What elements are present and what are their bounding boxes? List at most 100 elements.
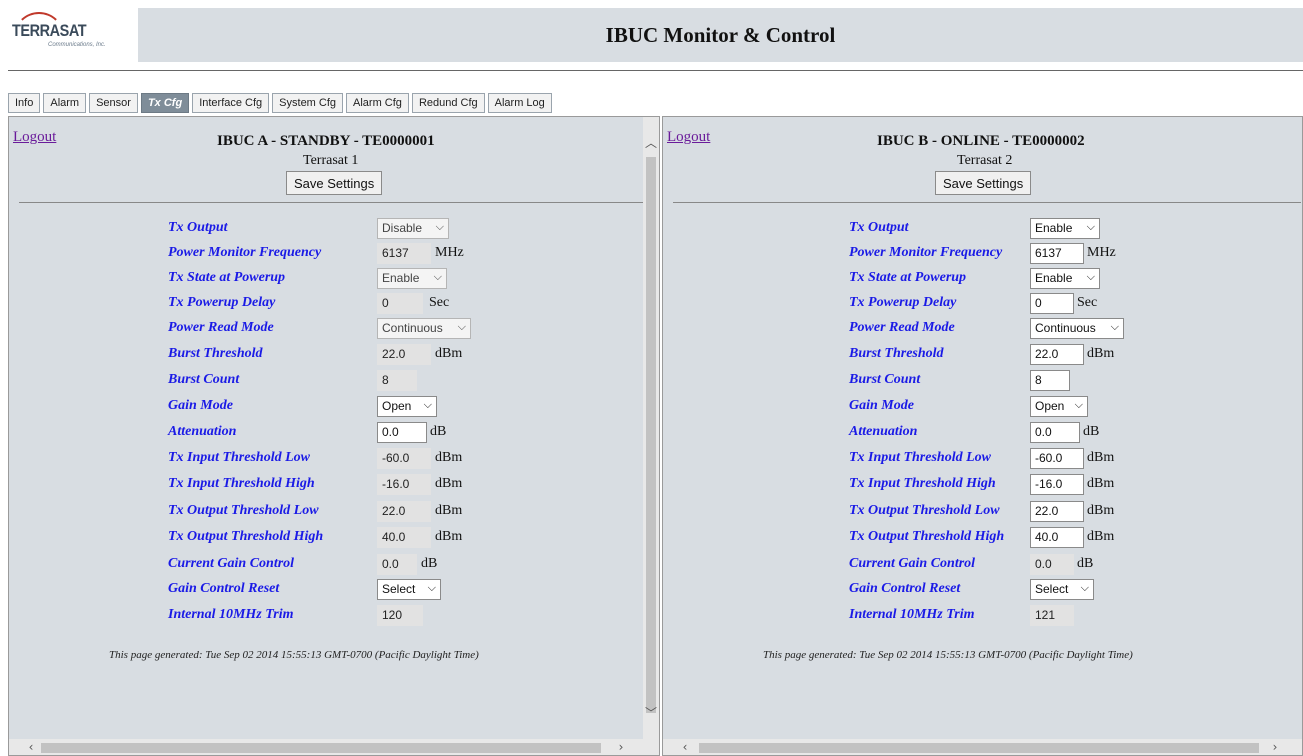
scroll-right-icon[interactable]: ›: [1267, 739, 1283, 755]
save-settings-button[interactable]: Save Settings: [935, 171, 1032, 195]
tab-system-cfg[interactable]: System Cfg: [272, 93, 344, 113]
tab-alarm-cfg[interactable]: Alarm Cfg: [346, 93, 409, 113]
attenuation-input[interactable]: 0.0: [1030, 422, 1080, 443]
logo-subtext: Communications, Inc.: [48, 42, 106, 48]
chevron-down-icon: ⌵: [1080, 581, 1089, 594]
unit-dbm: dBm: [435, 503, 463, 518]
unit-name: Terrasat 1: [303, 153, 359, 168]
panel-ibuc-a: Logout IBUC A - STANDBY - TE0000001 Terr…: [8, 116, 660, 756]
logout-link[interactable]: Logout: [667, 129, 710, 146]
unit-dbm: dBm: [1087, 450, 1115, 465]
scroll-right-icon[interactable]: ›: [613, 739, 629, 755]
row-power-read-mode: Power Read Mode Continuous ⌵: [9, 318, 639, 340]
power-read-mode-select[interactable]: Continuous ⌵: [1030, 318, 1124, 339]
save-settings-button[interactable]: Save Settings: [286, 171, 383, 195]
divider: [19, 202, 643, 203]
row-power-monitor-frequency: Power Monitor Frequency 6137 MHz: [663, 243, 1293, 265]
chevron-down-icon: ⌵: [423, 398, 432, 411]
vertical-scrollbar[interactable]: ︿ ﹀: [643, 117, 659, 741]
burst-count-input[interactable]: 8: [1030, 370, 1070, 391]
scroll-up-icon[interactable]: ︿: [643, 135, 659, 151]
row-burst-threshold: Burst Threshold 22.0 dBm: [663, 344, 1293, 366]
row-tx-input-threshold-low: Tx Input Threshold Low -60.0 dBm: [663, 448, 1293, 470]
divider: [673, 202, 1301, 203]
row-tx-powerup-delay: Tx Powerup Delay 0 Sec: [663, 293, 1293, 315]
unit-dbm: dBm: [1087, 503, 1115, 518]
unit-title: IBUC B - ONLINE - TE0000002: [877, 133, 1085, 149]
row-tx-state: Tx State at Powerup Enable ⌵: [663, 268, 1293, 290]
tab-alarm[interactable]: Alarm: [43, 93, 87, 113]
gain-control-reset-value: Select: [382, 582, 416, 596]
scroll-left-icon[interactable]: ‹: [23, 739, 39, 755]
tx-output-threshold-low-label: Tx Output Threshold Low: [168, 503, 319, 518]
current-gain-control-label: Current Gain Control: [849, 556, 976, 571]
tab-redund-cfg[interactable]: Redund Cfg: [411, 93, 485, 113]
tx-state-select[interactable]: Enable ⌵: [1030, 268, 1100, 289]
gain-mode-select[interactable]: Open ⌵: [377, 396, 437, 417]
unit-db: dB: [421, 556, 438, 571]
tx-input-threshold-low-label: Tx Input Threshold Low: [849, 450, 991, 465]
row-tx-output-threshold-low: Tx Output Threshold Low 22.0 dBm: [663, 501, 1293, 523]
chevron-down-icon: ⌵: [1086, 220, 1095, 233]
scroll-thumb[interactable]: [41, 743, 601, 753]
power-read-mode-value: Continuous: [1035, 321, 1096, 335]
row-tx-powerup-delay: Tx Powerup Delay 0 Sec: [9, 293, 639, 315]
logout-link[interactable]: Logout: [13, 129, 56, 146]
attenuation-label: Attenuation: [168, 424, 237, 439]
power-read-mode-select[interactable]: Continuous ⌵: [377, 318, 471, 339]
row-tx-output-threshold-high: Tx Output Threshold High 40.0 dBm: [9, 527, 639, 549]
tx-output-threshold-high-field: 40.0: [377, 527, 431, 548]
page-generated-note: This page generated: Tue Sep 02 2014 15:…: [763, 649, 1133, 661]
scroll-thumb[interactable]: [699, 743, 1259, 753]
power-monitor-frequency-input[interactable]: 6137: [1030, 243, 1084, 264]
burst-threshold-input[interactable]: 22.0: [1030, 344, 1084, 365]
page-title: IBUC Monitor & Control: [605, 22, 836, 47]
tx-output-threshold-low-input[interactable]: 22.0: [1030, 501, 1084, 522]
gain-mode-value: Open: [1035, 399, 1065, 413]
tx-input-threshold-low-input[interactable]: -60.0: [1030, 448, 1084, 469]
tx-input-threshold-high-label: Tx Input Threshold High: [849, 476, 996, 491]
attenuation-label: Attenuation: [849, 424, 918, 439]
tx-output-select[interactable]: Enable ⌵: [1030, 218, 1100, 239]
burst-count-label: Burst Count: [168, 372, 240, 387]
tx-output-value: Disable: [382, 221, 423, 235]
horizontal-scrollbar[interactable]: ‹ ›: [663, 739, 1302, 755]
internal-10mhz-trim-label: Internal 10MHz Trim: [849, 607, 975, 622]
scroll-thumb[interactable]: [646, 157, 656, 713]
tx-state-select[interactable]: Enable ⌵: [377, 268, 447, 289]
unit-dbm: dBm: [1087, 346, 1115, 361]
burst-threshold-field: 22.0: [377, 344, 431, 365]
unit-mhz: MHz: [435, 245, 464, 260]
tx-output-threshold-high-input[interactable]: 40.0: [1030, 527, 1084, 548]
tx-state-label: Tx State at Powerup: [168, 270, 286, 285]
scroll-down-icon[interactable]: ﹀: [643, 705, 659, 721]
scroll-left-icon[interactable]: ‹: [677, 739, 693, 755]
tx-output-label: Tx Output: [168, 220, 228, 235]
unit-dbm: dBm: [435, 346, 463, 361]
power-read-mode-label: Power Read Mode: [849, 320, 955, 335]
tab-sensor[interactable]: Sensor: [89, 93, 138, 113]
terrasat-logo: TERRASAT Communications, Inc.: [8, 8, 132, 63]
horizontal-scrollbar[interactable]: ‹ ›: [9, 739, 659, 755]
unit-db: dB: [1077, 556, 1094, 571]
tx-input-threshold-high-input[interactable]: -16.0: [1030, 474, 1084, 495]
gain-control-reset-select[interactable]: Select ⌵: [377, 579, 441, 600]
tx-powerup-delay-input[interactable]: 0: [1030, 293, 1074, 314]
gain-mode-label: Gain Mode: [168, 398, 233, 413]
gain-mode-select[interactable]: Open ⌵: [1030, 396, 1088, 417]
tab-tx-cfg[interactable]: Tx Cfg: [140, 93, 190, 113]
gain-control-reset-select[interactable]: Select ⌵: [1030, 579, 1094, 600]
row-gain-control-reset: Gain Control Reset Select ⌵: [663, 579, 1293, 601]
tx-input-threshold-high-field: -16.0: [377, 474, 431, 495]
unit-dbm: dBm: [1087, 529, 1115, 544]
tab-info[interactable]: Info: [8, 93, 41, 113]
tab-alarm-log[interactable]: Alarm Log: [487, 93, 552, 113]
row-attenuation: Attenuation 0.0 dB: [663, 422, 1293, 444]
attenuation-input[interactable]: 0.0: [377, 422, 427, 443]
tx-output-select[interactable]: Disable ⌵: [377, 218, 449, 239]
row-attenuation: Attenuation 0.0 dB: [9, 422, 639, 444]
current-gain-control-label: Current Gain Control: [168, 556, 295, 571]
tx-output-threshold-high-label: Tx Output Threshold High: [849, 529, 1005, 544]
tab-interface-cfg[interactable]: Interface Cfg: [192, 93, 270, 113]
unit-dbm: dBm: [435, 476, 463, 491]
